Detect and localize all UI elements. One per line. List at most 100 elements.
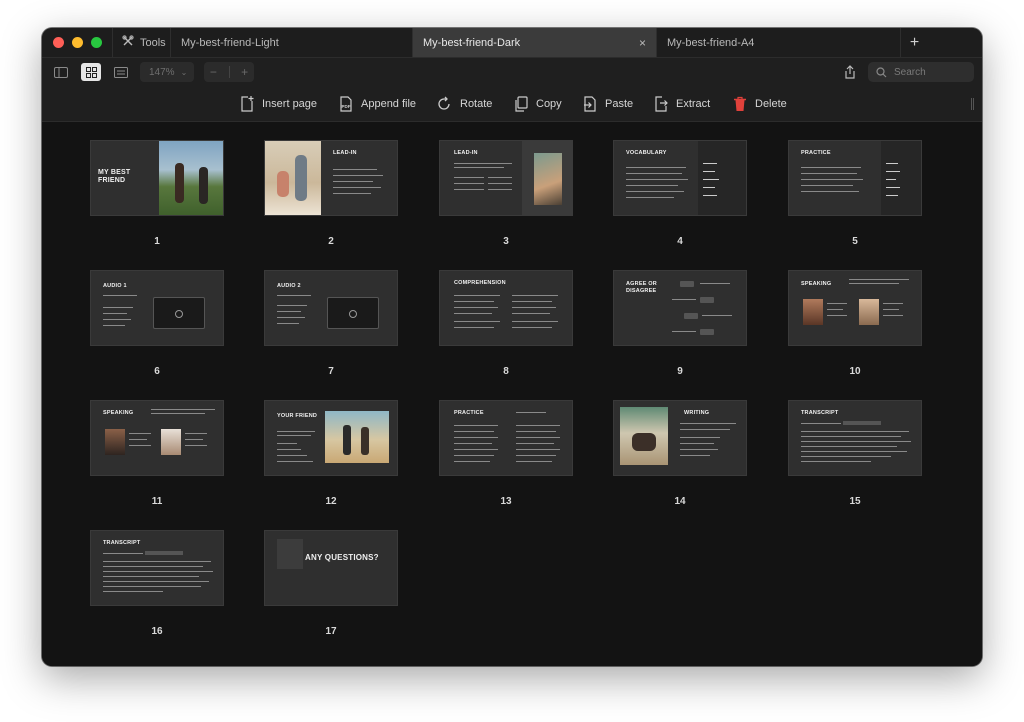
rotate-button[interactable]: Rotate bbox=[436, 96, 492, 112]
page-grid: MY BEST FRIEND 1 LEAD-IN 2 LEAD-IN 3 VOC… bbox=[42, 122, 982, 666]
grid-icon bbox=[85, 66, 97, 78]
page-preview: MY BEST FRIEND bbox=[90, 140, 224, 216]
zoom-level-select[interactable]: 147% ⌄ bbox=[140, 62, 194, 82]
grid-view-button[interactable] bbox=[81, 63, 101, 81]
page-thumbnail-4[interactable]: VOCABULARY 4 bbox=[613, 140, 749, 247]
page-thumbnail-11[interactable]: SPEAKING 11 bbox=[90, 400, 226, 507]
page-thumbnail-5[interactable]: PRACTICE 5 bbox=[788, 140, 924, 247]
page-preview: PRACTICE bbox=[788, 140, 922, 216]
page-preview: WRITING bbox=[613, 400, 747, 476]
append-file-button[interactable]: PDF Append file bbox=[339, 96, 416, 112]
search-icon bbox=[876, 66, 887, 77]
close-tab-icon[interactable]: × bbox=[639, 36, 646, 50]
trash-icon bbox=[734, 96, 746, 111]
slide-title: AUDIO 1 bbox=[103, 283, 127, 289]
tools-icon bbox=[122, 35, 134, 50]
laptop-image bbox=[153, 297, 205, 329]
page-number: 4 bbox=[677, 236, 683, 247]
tab-label: My-best-friend-Light bbox=[181, 36, 279, 49]
sidebar-icon bbox=[54, 66, 68, 78]
extract-button[interactable]: Extract bbox=[654, 96, 710, 112]
page-thumbnail-13[interactable]: PRACTICE 13 bbox=[439, 400, 575, 507]
slide-title: LEAD-IN bbox=[333, 150, 357, 156]
zoom-out-button[interactable]: − bbox=[210, 65, 217, 79]
page-thumbnail-15[interactable]: TRANSCRIPT 15 bbox=[788, 400, 924, 507]
sidebar-toggle-button[interactable] bbox=[52, 63, 70, 81]
slide-photo bbox=[159, 141, 223, 215]
tab-bar: Tools My-best-friend-Light My-best-frien… bbox=[42, 28, 982, 58]
slide-photo bbox=[620, 407, 668, 465]
rotate-icon bbox=[438, 96, 450, 110]
page-preview: SPEAKING bbox=[90, 400, 224, 476]
zoom-in-button[interactable]: + bbox=[241, 65, 248, 79]
paste-label: Paste bbox=[605, 98, 634, 110]
pdf-file-icon: PDF bbox=[340, 96, 352, 112]
search-placeholder: Search bbox=[894, 66, 926, 78]
delete-label: Delete bbox=[755, 98, 787, 110]
search-field[interactable]: Search bbox=[868, 62, 974, 82]
page-actions-bar: Insert page PDF Append file Rotate Copy … bbox=[42, 86, 982, 122]
close-window-button[interactable] bbox=[53, 37, 64, 48]
slide-title: YOUR FRIEND bbox=[277, 413, 318, 419]
slide-title: LEAD-IN bbox=[454, 150, 478, 156]
share-button[interactable] bbox=[842, 63, 858, 81]
rotate-label: Rotate bbox=[460, 98, 493, 110]
app-window: Tools My-best-friend-Light My-best-frien… bbox=[42, 28, 982, 666]
page-preview: VOCABULARY bbox=[613, 140, 747, 216]
page-preview: LEAD-IN bbox=[439, 140, 573, 216]
page-thumbnail-3[interactable]: LEAD-IN 3 bbox=[439, 140, 575, 247]
page-number: 1 bbox=[154, 236, 160, 247]
copy-label: Copy bbox=[536, 98, 562, 110]
page-preview: PRACTICE bbox=[439, 400, 573, 476]
page-thumbnail-8[interactable]: COMPREHENSION 8 bbox=[439, 270, 575, 377]
insert-page-icon bbox=[241, 96, 254, 112]
tab-my-best-friend-a4[interactable]: My-best-friend-A4 bbox=[656, 28, 900, 57]
tab-label: My-best-friend-Dark bbox=[423, 36, 521, 49]
page-preview: TRANSCRIPT bbox=[788, 400, 922, 476]
paste-button[interactable]: Paste bbox=[583, 96, 633, 112]
page-number: 11 bbox=[151, 496, 163, 507]
new-tab-button[interactable]: + bbox=[900, 28, 928, 57]
insert-page-button[interactable]: Insert page bbox=[240, 96, 317, 112]
slide-title: ANY QUESTIONS? bbox=[305, 553, 379, 562]
insert-page-label: Insert page bbox=[262, 98, 318, 110]
page-number: 8 bbox=[503, 366, 509, 377]
page-thumbnail-1[interactable]: MY BEST FRIEND 1 bbox=[90, 140, 226, 247]
page-thumbnail-9[interactable]: AGREE OR DISAGREE 9 bbox=[613, 270, 749, 377]
copy-icon bbox=[515, 96, 528, 112]
zoom-window-button[interactable] bbox=[91, 37, 102, 48]
delete-button[interactable]: Delete bbox=[733, 96, 787, 112]
page-view-button[interactable] bbox=[112, 63, 130, 81]
page-number: 16 bbox=[151, 626, 163, 637]
slide-title: AUDIO 2 bbox=[277, 283, 301, 289]
tools-tab[interactable]: Tools bbox=[112, 28, 170, 57]
page-thumbnail-17[interactable]: ANY QUESTIONS? 17 bbox=[264, 530, 400, 637]
page-preview: YOUR FRIEND bbox=[264, 400, 398, 476]
tab-my-best-friend-light[interactable]: My-best-friend-Light bbox=[170, 28, 412, 57]
minimize-window-button[interactable] bbox=[72, 37, 83, 48]
resize-grip[interactable] bbox=[971, 98, 974, 110]
page-number: 6 bbox=[154, 366, 160, 377]
extract-icon bbox=[655, 96, 668, 112]
page-thumbnail-6[interactable]: AUDIO 1 6 bbox=[90, 270, 226, 377]
page-preview: COMPREHENSION bbox=[439, 270, 573, 346]
divider bbox=[228, 66, 230, 78]
slide-photo bbox=[265, 141, 321, 215]
page-thumbnail-12[interactable]: YOUR FRIEND 12 bbox=[264, 400, 400, 507]
tab-my-best-friend-dark[interactable]: My-best-friend-Dark × bbox=[412, 28, 656, 57]
page-number: 2 bbox=[328, 236, 334, 247]
page-thumbnail-14[interactable]: WRITING 14 bbox=[613, 400, 749, 507]
laptop-image bbox=[327, 297, 379, 329]
page-number: 17 bbox=[325, 626, 337, 637]
page-layout-icon bbox=[114, 66, 128, 78]
page-thumbnail-7[interactable]: AUDIO 2 7 bbox=[264, 270, 400, 377]
page-thumbnail-16[interactable]: TRANSCRIPT 16 bbox=[90, 530, 226, 637]
page-number: 5 bbox=[852, 236, 858, 247]
page-thumbnail-10[interactable]: SPEAKING 10 bbox=[788, 270, 924, 377]
traffic-lights bbox=[42, 28, 112, 57]
page-preview: LEAD-IN bbox=[264, 140, 398, 216]
page-thumbnail-2[interactable]: LEAD-IN 2 bbox=[264, 140, 400, 247]
copy-button[interactable]: Copy bbox=[514, 96, 562, 112]
page-preview: SPEAKING bbox=[788, 270, 922, 346]
slide-title: COMPREHENSION bbox=[454, 280, 506, 286]
